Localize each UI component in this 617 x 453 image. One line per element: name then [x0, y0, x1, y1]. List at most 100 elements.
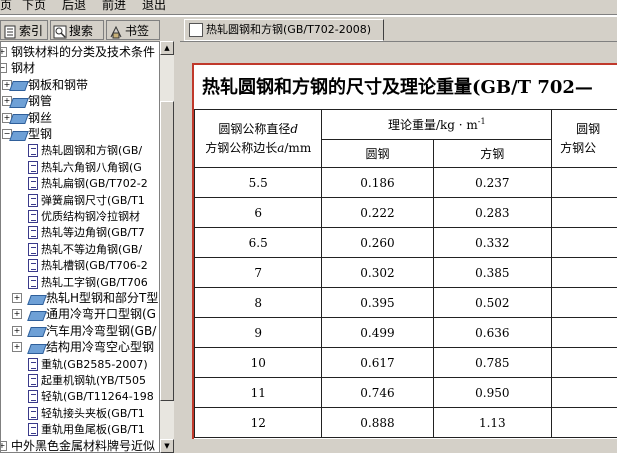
tree-node-label: 钢铁材料的分类及技术条件 [11, 45, 155, 59]
header-round: 圆钢 [322, 140, 433, 168]
cell-size: 6 [195, 198, 322, 228]
tree-node-label: 轻轨(GB/T11264-198 [41, 390, 154, 403]
cell-size: 6.5 [195, 228, 322, 258]
cell-round: 0.186 [322, 168, 433, 198]
expand-icon[interactable]: + [12, 342, 22, 352]
header-size-var-d: d [290, 122, 298, 136]
tree-node-content: 优质结构钢冷拉钢材 [28, 208, 140, 225]
tree-node-label: 优质结构钢冷拉钢材 [41, 210, 140, 223]
page-icon [28, 276, 38, 289]
menu-item-back[interactable]: 后退 [62, 0, 86, 11]
tree-node-label: 热轧圆钢和方钢(GB/ [41, 144, 142, 157]
tree-node-content: 重轨(GB2585-2007) [28, 356, 148, 373]
tree-scrollbar[interactable]: ▲ ▼ [160, 41, 174, 453]
cell-empty [552, 168, 617, 198]
tree-node-content: 钢板和钢带 [10, 77, 88, 93]
menu-item-exit[interactable]: 退出 [142, 0, 166, 11]
book-icon [28, 343, 44, 353]
table-row: 90.4990.636 [195, 318, 617, 348]
tree-node-label: 轻轨接头夹板(GB/T1 [41, 407, 145, 420]
cell-empty [552, 408, 617, 438]
cell-empty [552, 198, 617, 228]
book-icon [28, 326, 44, 336]
document-icon [189, 23, 203, 37]
tree-node-label: 钢板和钢带 [28, 78, 88, 92]
collapse-icon[interactable]: − [0, 63, 7, 73]
index-icon [3, 25, 17, 39]
header-size-unit: /mm [284, 141, 311, 155]
header-col4-cell: 圆钢 方钢公 [552, 110, 617, 168]
expand-icon[interactable]: + [12, 293, 22, 303]
scroll-down-arrow-icon[interactable]: ▼ [160, 439, 174, 453]
document-viewport: 热轧圆钢和方钢的尺寸及理论重量(GB/T 702— 圆钢公称直径d 方钢公称边长… [180, 41, 617, 437]
cell-round: 0.617 [322, 348, 433, 378]
tree-node-label: 钢材 [11, 61, 35, 75]
tab-index[interactable]: 索引 [0, 20, 48, 40]
header-weight-cell: 理论重量/kg · m-1 [322, 110, 552, 140]
cell-empty [552, 288, 617, 318]
scrollbar-thumb[interactable] [160, 101, 174, 401]
expand-icon[interactable]: + [12, 309, 22, 319]
scroll-up-arrow-icon[interactable]: ▲ [160, 41, 174, 55]
cell-size: 11 [195, 378, 322, 408]
page-icon [28, 423, 38, 436]
tab-search[interactable]: 搜索 [50, 20, 104, 40]
document-tab[interactable]: 热轧圆钢和方钢(GB/T702-2008) [184, 19, 384, 41]
navigation-pane: 索引 搜索 书签 +钢铁材料的分类及技术条件−钢材+钢板和钢带+钢管+钢丝−型钢… [0, 17, 174, 436]
expand-icon[interactable]: + [12, 326, 22, 336]
page-icon [28, 407, 38, 420]
tree-node-label: 钢管 [28, 94, 52, 108]
tree-node-label: 重轨用鱼尾板(GB/T1 [41, 423, 145, 436]
tree-node-label: 热轧工字钢(GB/T706 [41, 276, 148, 289]
tree-node-content: 轻轨接头夹板(GB/T1 [28, 405, 145, 422]
cell-empty [552, 258, 617, 288]
topic-tree[interactable]: +钢铁材料的分类及技术条件−钢材+钢板和钢带+钢管+钢丝−型钢热轧圆钢和方钢(G… [0, 41, 160, 453]
tree-node-content: 弹簧扁钢尺寸(GB/T1 [28, 192, 145, 209]
tree-node-label: 通用冷弯开口型钢(G [46, 307, 156, 321]
header-col4-line1: 圆钢 [560, 120, 617, 139]
tree-node-content: 钢铁材料的分类及技术条件 [7, 44, 155, 60]
page-icon [28, 177, 38, 190]
page-icon [28, 259, 38, 272]
header-weight-exponent: -1 [478, 117, 486, 126]
table-row: 120.8881.13 [195, 408, 617, 438]
table-row: 5.50.1860.237 [195, 168, 617, 198]
expand-icon[interactable]: + [0, 441, 7, 451]
cell-round: 0.499 [322, 318, 433, 348]
book-icon [10, 130, 26, 140]
menu-item-forward[interactable]: 前进 [102, 0, 126, 11]
cell-square: 0.385 [433, 258, 552, 288]
cell-square: 1.13 [433, 408, 552, 438]
cell-empty [552, 378, 617, 408]
table-row: 110.7460.950 [195, 378, 617, 408]
tree-node-label: 结构用冷弯空心型钢 [46, 340, 154, 354]
tab-index-label: 索引 [19, 24, 43, 38]
page-icon [28, 374, 38, 387]
menu-item-next-page[interactable]: 下页 [22, 0, 46, 11]
cell-square: 0.283 [433, 198, 552, 228]
book-icon [28, 294, 44, 304]
document-page: 热轧圆钢和方钢的尺寸及理论重量(GB/T 702— 圆钢公称直径d 方钢公称边长… [192, 63, 617, 439]
page-icon [28, 243, 38, 256]
cell-square: 0.237 [433, 168, 552, 198]
cell-size: 10 [195, 348, 322, 378]
document-tab-label: 热轧圆钢和方钢(GB/T702-2008) [206, 23, 371, 36]
tree-node-content: 热轧槽钢(GB/T706-2 [28, 257, 148, 274]
cell-empty [552, 318, 617, 348]
table-row: 60.2220.283 [195, 198, 617, 228]
tree-node-label: 热轧H型钢和部分T型 [46, 291, 158, 305]
page-icon [28, 161, 38, 174]
page-icon [28, 144, 38, 157]
page-icon [28, 358, 38, 371]
tree-node-label: 热轧六角钢八角钢(G [41, 161, 142, 174]
table-row: 6.50.2600.332 [195, 228, 617, 258]
table-row: 70.3020.385 [195, 258, 617, 288]
bookmark-icon [109, 25, 123, 39]
document-title: 热轧圆钢和方钢的尺寸及理论重量(GB/T 702— [202, 73, 593, 99]
cell-size: 8 [195, 288, 322, 318]
menu-item-page[interactable]: 页 [0, 0, 12, 11]
expand-icon[interactable]: + [0, 47, 7, 57]
tab-bookmark[interactable]: 书签 [106, 20, 160, 40]
cell-empty [552, 228, 617, 258]
tree-node-label: 重轨(GB2585-2007) [41, 358, 148, 371]
